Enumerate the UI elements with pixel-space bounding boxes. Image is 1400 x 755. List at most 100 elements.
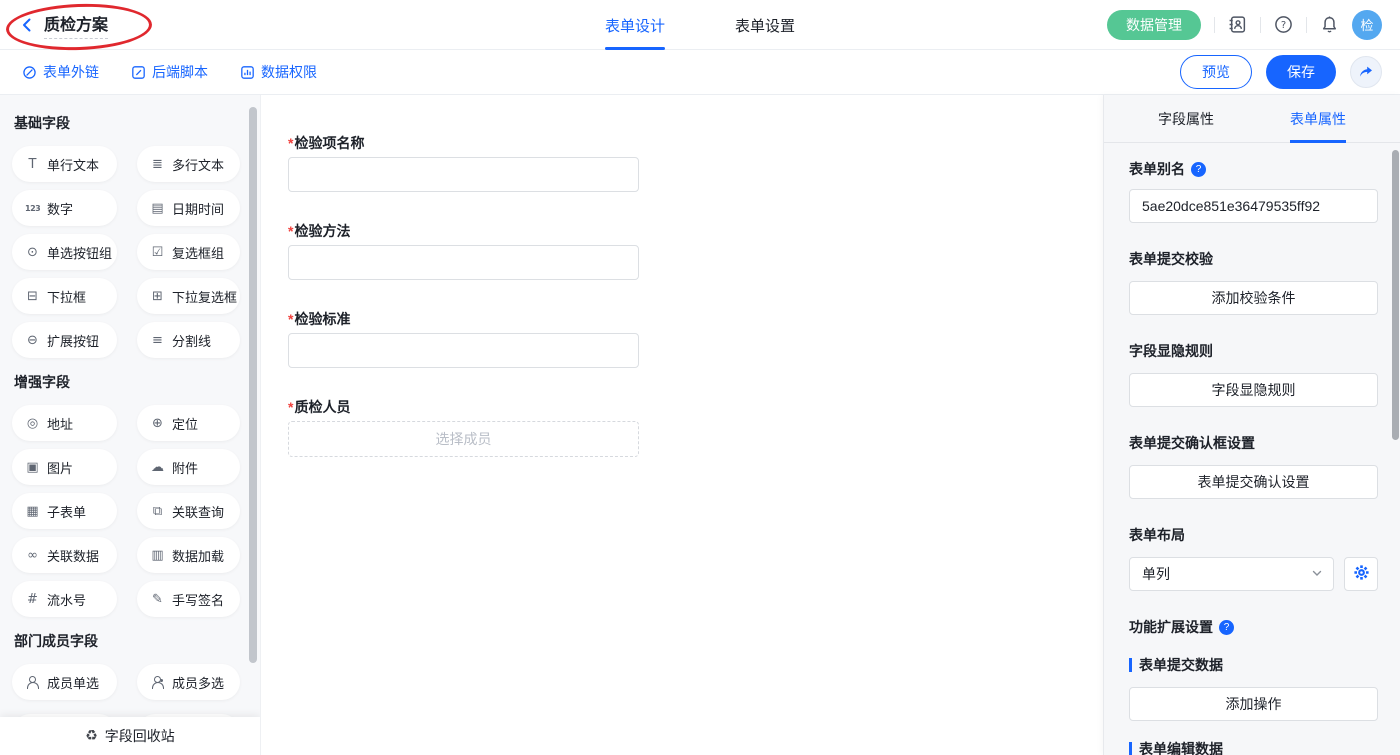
contacts-icon[interactable] xyxy=(1228,15,1247,34)
properties-tab-0[interactable]: 字段属性 xyxy=(1158,95,1214,143)
share-button[interactable] xyxy=(1350,56,1382,88)
datetime-palette-item[interactable]: ▤日期时间 xyxy=(137,190,240,226)
signature-palette-item[interactable]: ✎ 手写签名 xyxy=(137,581,240,617)
subform-palette-item[interactable]: ▦子表单 xyxy=(12,493,117,529)
palette-item-label: 成员单选 xyxy=(47,673,99,692)
form-alias-input[interactable] xyxy=(1129,189,1378,223)
palette-item-label: 定位 xyxy=(172,414,198,433)
divider-palette-item[interactable]: ≡分割线 xyxy=(137,322,240,358)
properties-sections: 表单提交校验添加校验条件字段显隐规则字段显隐规则表单提交确认框设置表单提交确认设… xyxy=(1129,249,1378,499)
canvas-field-3[interactable]: *质检人员选择成员 xyxy=(288,397,1103,457)
checkbox-group-palette-item[interactable]: ☑复选框组 xyxy=(137,234,240,270)
extension-settings-label: 功能扩展设置 xyxy=(1129,617,1213,637)
property-section-button-1[interactable]: 字段显隐规则 xyxy=(1129,373,1378,407)
properties-tabs: 字段属性 表单属性 xyxy=(1104,95,1400,143)
member-multi-palette-item[interactable]: 成员多选 xyxy=(137,664,240,700)
chevron-down-icon xyxy=(1311,566,1323,582)
header-left: 质检方案 xyxy=(20,11,108,39)
toolbar-link-0[interactable]: 表单外链 xyxy=(22,62,99,82)
recycle-bin-label: 字段回收站 xyxy=(105,726,175,746)
address-palette-item[interactable]: ◎地址 xyxy=(12,405,117,441)
user-avatar[interactable]: 检 xyxy=(1352,10,1382,40)
multi-line-text-icon: ≣ xyxy=(150,157,165,172)
property-section-button-0[interactable]: 添加校验条件 xyxy=(1129,281,1378,315)
sidebar-scrollbar[interactable] xyxy=(249,107,257,663)
property-section-button-2[interactable]: 表单提交确认设置 xyxy=(1129,465,1378,499)
data-permission-icon xyxy=(240,65,255,80)
field-input[interactable] xyxy=(288,333,639,368)
page-title[interactable]: 质检方案 xyxy=(44,11,108,39)
signature-icon: ✎ xyxy=(150,592,165,607)
attachment-palette-item[interactable]: ☁附件 xyxy=(137,449,240,485)
palette-item-label: 分割线 xyxy=(172,331,211,350)
select-icon: ⊟ xyxy=(25,289,40,304)
data-load-palette-item[interactable]: ▥数据加载 xyxy=(137,537,240,573)
location-palette-item[interactable]: ⊕定位 xyxy=(137,405,240,441)
palette-section-title: 增强字段 xyxy=(14,372,248,392)
palette-item-label: 手写签名 xyxy=(172,590,224,609)
back-button[interactable] xyxy=(20,18,34,32)
help-badge-icon[interactable] xyxy=(1219,620,1234,635)
palette-sections: 基础字段 T 单行文本 ≣多行文本 123数字 ▤日期时间 ⊙单选按钮组 ☑复选框组 ⊟下拉框 ⊞… xyxy=(0,95,260,750)
serial-number-palette-item[interactable]: #流水号 xyxy=(12,581,117,617)
toolbar-link-1[interactable]: 后端脚本 xyxy=(131,62,208,82)
external-link-icon xyxy=(22,65,37,80)
extension-group-title: 表单提交数据 xyxy=(1139,655,1223,675)
form-alias-label: 表单别名 xyxy=(1129,159,1185,179)
checkbox-group-icon: ☑ xyxy=(150,245,165,260)
extension-group-title: 表单编辑数据 xyxy=(1139,739,1223,755)
toolbar-link-2[interactable]: 数据权限 xyxy=(240,62,317,82)
field-input[interactable] xyxy=(288,157,639,192)
multi-line-text-palette-item[interactable]: ≣多行文本 xyxy=(137,146,240,182)
toolbar-link-label: 表单外链 xyxy=(43,62,99,82)
divider xyxy=(1306,17,1307,33)
divider xyxy=(1260,17,1261,33)
help-icon[interactable]: ? xyxy=(1274,15,1293,34)
secondary-toolbar: 表单外链 后端脚本 数据权限 预览 保存 xyxy=(0,50,1400,95)
number-palette-item[interactable]: 123数字 xyxy=(12,190,117,226)
required-asterisk: * xyxy=(288,135,293,151)
bell-icon[interactable] xyxy=(1320,15,1339,34)
canvas-field-1[interactable]: *检验方法 xyxy=(288,221,1103,280)
linked-data-palette-item[interactable]: ∞关联数据 xyxy=(12,537,117,573)
form-layout-value: 单列 xyxy=(1142,564,1170,584)
extension-groups: 表单提交数据添加操作表单编辑数据添加操作 xyxy=(1129,655,1378,755)
layout-settings-button[interactable] xyxy=(1344,557,1378,591)
canvas-field-2[interactable]: *检验标准 xyxy=(288,309,1103,368)
help-badge-icon[interactable] xyxy=(1191,162,1206,177)
radio-group-palette-item[interactable]: ⊙单选按钮组 xyxy=(12,234,117,270)
palette-item-label: 单行文本 xyxy=(47,155,99,174)
form-layout-label: 表单布局 xyxy=(1129,525,1378,545)
form-layout-select[interactable]: 单列 xyxy=(1129,557,1334,591)
preview-button[interactable]: 预览 xyxy=(1180,55,1252,89)
properties-panel: 字段属性表单属性 表单别名 表单提交校验添加校验条件字段显隐规则字段显隐规则表单… xyxy=(1103,95,1400,755)
multi-select-palette-item[interactable]: ⊞下拉复选框 xyxy=(137,278,240,314)
member-multi-icon xyxy=(150,675,165,689)
property-section-title-1: 字段显隐规则 xyxy=(1129,341,1378,361)
field-input[interactable] xyxy=(288,245,639,280)
save-button[interactable]: 保存 xyxy=(1266,55,1336,89)
single-line-text-palette-item[interactable]: T 单行文本 xyxy=(12,146,117,182)
palette-item-label: 子表单 xyxy=(47,502,86,521)
required-asterisk: * xyxy=(288,223,293,239)
field-recycle-bin-button[interactable]: ♻ 字段回收站 xyxy=(0,717,260,755)
member-single-palette-item[interactable]: 成员单选 xyxy=(12,664,117,700)
member-picker-button[interactable]: 选择成员 xyxy=(288,421,639,457)
select-palette-item[interactable]: ⊟下拉框 xyxy=(12,278,117,314)
serial-number-icon: # xyxy=(25,592,40,607)
canvas-field-0[interactable]: *检验项名称 xyxy=(288,133,1103,192)
image-palette-item[interactable]: ▣图片 xyxy=(12,449,117,485)
data-manage-button[interactable]: 数据管理 xyxy=(1107,10,1201,40)
single-line-text-icon: T xyxy=(25,157,40,172)
header-tab-1[interactable]: 表单设置 xyxy=(735,0,795,50)
palette-section-title: 基础字段 xyxy=(14,113,248,133)
extend-button-palette-item[interactable]: ⊖扩展按钮 xyxy=(12,322,117,358)
properties-tab-1[interactable]: 表单属性 xyxy=(1290,95,1346,143)
extension-group-button-0[interactable]: 添加操作 xyxy=(1129,687,1378,721)
palette-item-label: 附件 xyxy=(172,458,198,477)
multi-select-icon: ⊞ xyxy=(150,289,165,304)
linked-query-palette-item[interactable]: ⧉关联查询 xyxy=(137,493,240,529)
header-tab-0[interactable]: 表单设计 xyxy=(605,0,665,50)
panel-scrollbar[interactable] xyxy=(1392,150,1399,440)
chevron-left-icon xyxy=(20,18,34,32)
